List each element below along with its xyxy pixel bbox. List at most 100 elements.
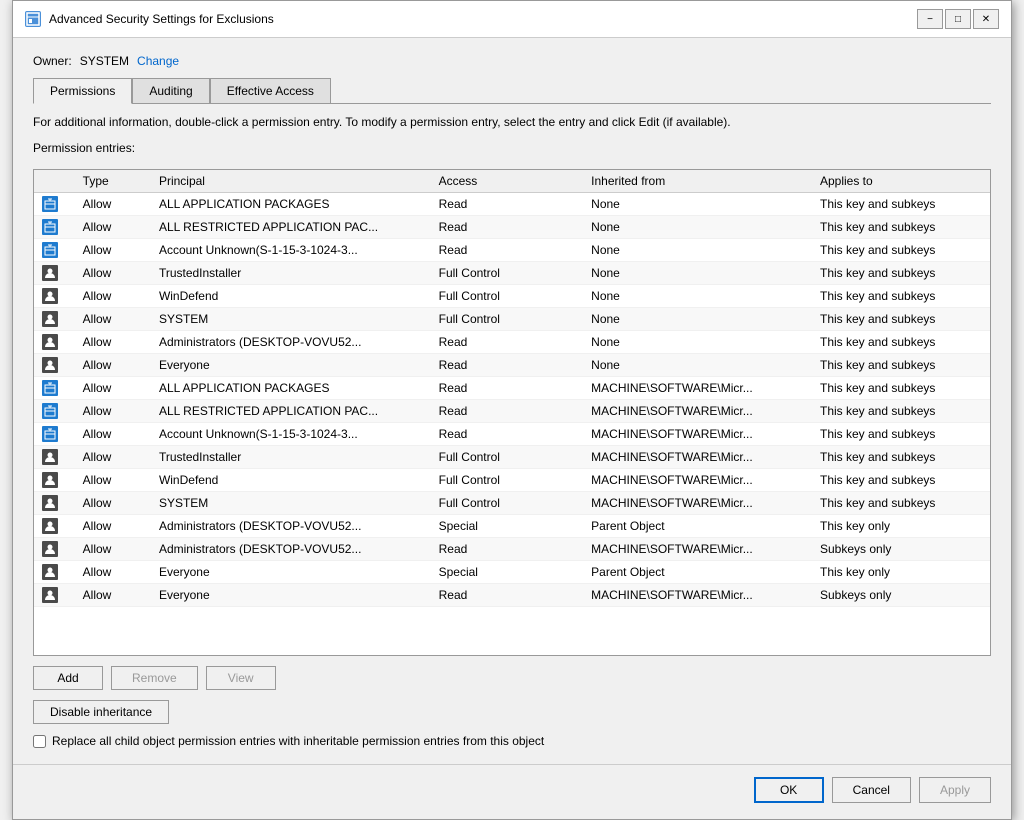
col-header-principal: Principal: [151, 170, 431, 193]
table-row[interactable]: AllowTrustedInstallerFull ControlMACHINE…: [34, 445, 990, 468]
row-access: Read: [431, 399, 584, 422]
row-applies-to: This key and subkeys: [812, 445, 990, 468]
row-inherited-from: MACHINE\SOFTWARE\Micr...: [583, 422, 812, 445]
dialog-body: Owner: SYSTEM Change Permissions Auditin…: [13, 38, 1011, 764]
row-type: Allow: [75, 468, 151, 491]
close-button[interactable]: ✕: [973, 9, 999, 29]
row-access: Read: [431, 422, 584, 445]
row-applies-to: This key and subkeys: [812, 399, 990, 422]
table-row[interactable]: AllowAccount Unknown(S-1-15-3-1024-3...R…: [34, 422, 990, 445]
user-icon: [42, 265, 58, 281]
action-buttons-row: Add Remove View: [33, 666, 991, 690]
table-row[interactable]: AllowAdministrators (DESKTOP-VOVU52...Sp…: [34, 514, 990, 537]
table-row[interactable]: AllowSYSTEMFull ControlMACHINE\SOFTWARE\…: [34, 491, 990, 514]
row-access: Read: [431, 192, 584, 215]
table-row[interactable]: AllowEveryoneSpecialParent ObjectThis ke…: [34, 560, 990, 583]
user-icon: [42, 449, 58, 465]
row-inherited-from: None: [583, 330, 812, 353]
row-type: Allow: [75, 215, 151, 238]
row-access: Full Control: [431, 261, 584, 284]
row-icon-cell: [34, 376, 75, 399]
tab-auditing[interactable]: Auditing: [132, 78, 209, 104]
row-icon-cell: [34, 468, 75, 491]
row-icon-cell: [34, 560, 75, 583]
row-icon-cell: [34, 330, 75, 353]
row-principal: Everyone: [151, 560, 431, 583]
row-access: Read: [431, 238, 584, 261]
row-type: Allow: [75, 399, 151, 422]
disable-inheritance-button[interactable]: Disable inheritance: [33, 700, 169, 724]
row-applies-to: This key and subkeys: [812, 284, 990, 307]
row-access: Full Control: [431, 468, 584, 491]
row-inherited-from: MACHINE\SOFTWARE\Micr...: [583, 491, 812, 514]
row-inherited-from: Parent Object: [583, 560, 812, 583]
col-header-access: Access: [431, 170, 584, 193]
row-principal: SYSTEM: [151, 491, 431, 514]
change-link[interactable]: Change: [137, 54, 179, 68]
remove-button[interactable]: Remove: [111, 666, 198, 690]
row-access: Read: [431, 537, 584, 560]
row-icon-cell: [34, 192, 75, 215]
replace-checkbox[interactable]: [33, 735, 46, 748]
row-inherited-from: None: [583, 284, 812, 307]
row-access: Full Control: [431, 491, 584, 514]
row-principal: WinDefend: [151, 468, 431, 491]
table-row[interactable]: AllowAdministrators (DESKTOP-VOVU52...Re…: [34, 537, 990, 560]
package-icon: [42, 403, 58, 419]
row-inherited-from: None: [583, 192, 812, 215]
minimize-button[interactable]: −: [917, 9, 943, 29]
row-icon-cell: [34, 353, 75, 376]
table-row[interactable]: AllowWinDefendFull ControlNoneThis key a…: [34, 284, 990, 307]
tab-permissions[interactable]: Permissions: [33, 78, 132, 104]
table-row[interactable]: AllowTrustedInstallerFull ControlNoneThi…: [34, 261, 990, 284]
table-row[interactable]: AllowEveryoneReadMACHINE\SOFTWARE\Micr..…: [34, 583, 990, 606]
user-icon: [42, 564, 58, 580]
replace-checkbox-label: Replace all child object permission entr…: [52, 734, 544, 748]
row-icon-cell: [34, 514, 75, 537]
row-type: Allow: [75, 537, 151, 560]
row-type: Allow: [75, 560, 151, 583]
row-applies-to: This key and subkeys: [812, 261, 990, 284]
row-principal: SYSTEM: [151, 307, 431, 330]
row-inherited-from: MACHINE\SOFTWARE\Micr...: [583, 376, 812, 399]
user-icon: [42, 472, 58, 488]
row-inherited-from: None: [583, 215, 812, 238]
add-button[interactable]: Add: [33, 666, 103, 690]
row-icon-cell: [34, 491, 75, 514]
row-type: Allow: [75, 192, 151, 215]
row-principal: Everyone: [151, 353, 431, 376]
row-icon-cell: [34, 307, 75, 330]
row-access: Read: [431, 330, 584, 353]
row-applies-to: This key and subkeys: [812, 422, 990, 445]
table-row[interactable]: AllowALL APPLICATION PACKAGESReadNoneThi…: [34, 192, 990, 215]
row-inherited-from: MACHINE\SOFTWARE\Micr...: [583, 445, 812, 468]
row-type: Allow: [75, 353, 151, 376]
table-row[interactable]: AllowWinDefendFull ControlMACHINE\SOFTWA…: [34, 468, 990, 491]
table-row[interactable]: AllowALL RESTRICTED APPLICATION PAC...Re…: [34, 399, 990, 422]
row-access: Full Control: [431, 307, 584, 330]
row-applies-to: This key and subkeys: [812, 330, 990, 353]
package-icon: [42, 219, 58, 235]
user-icon: [42, 495, 58, 511]
table-row[interactable]: AllowEveryoneReadNoneThis key and subkey…: [34, 353, 990, 376]
table-row[interactable]: AllowAdministrators (DESKTOP-VOVU52...Re…: [34, 330, 990, 353]
view-button[interactable]: View: [206, 666, 276, 690]
row-type: Allow: [75, 261, 151, 284]
row-icon-cell: [34, 583, 75, 606]
table-row[interactable]: AllowSYSTEMFull ControlNoneThis key and …: [34, 307, 990, 330]
user-icon: [42, 334, 58, 350]
table-row[interactable]: AllowAccount Unknown(S-1-15-3-1024-3...R…: [34, 238, 990, 261]
table-row[interactable]: AllowALL APPLICATION PACKAGESReadMACHINE…: [34, 376, 990, 399]
table-row[interactable]: AllowALL RESTRICTED APPLICATION PAC...Re…: [34, 215, 990, 238]
row-icon-cell: [34, 399, 75, 422]
ok-button[interactable]: OK: [754, 777, 824, 803]
tab-effective-access[interactable]: Effective Access: [210, 78, 331, 104]
cancel-button[interactable]: Cancel: [832, 777, 911, 803]
row-applies-to: This key and subkeys: [812, 376, 990, 399]
row-principal: Account Unknown(S-1-15-3-1024-3...: [151, 238, 431, 261]
row-inherited-from: None: [583, 238, 812, 261]
row-principal: ALL RESTRICTED APPLICATION PAC...: [151, 399, 431, 422]
apply-button[interactable]: Apply: [919, 777, 991, 803]
maximize-button[interactable]: □: [945, 9, 971, 29]
row-access: Read: [431, 583, 584, 606]
